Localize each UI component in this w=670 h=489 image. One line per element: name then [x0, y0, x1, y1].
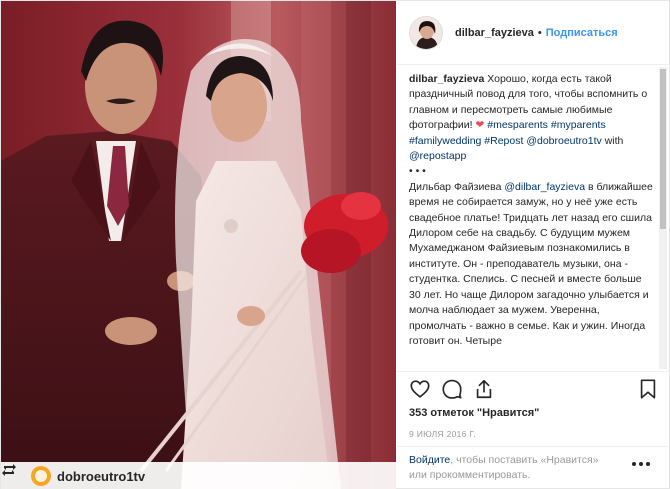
- scrollbar-thumb[interactable]: [660, 69, 666, 229]
- caption-dots: • • •: [409, 165, 426, 178]
- hashtag-familywedding[interactable]: #familywedding: [409, 135, 481, 147]
- wedding-photo-image: [1, 1, 396, 489]
- hashtag-mesparents[interactable]: #mesparents: [487, 119, 548, 131]
- post-caption: dilbar_fayzieva Хорошо, когда есть такой…: [409, 72, 653, 372]
- header-separator: •: [537, 26, 542, 39]
- caption-scrollbar[interactable]: [659, 67, 667, 369]
- caption-body-start: Дильбар Файзиева: [409, 180, 505, 193]
- heart-outline-icon[interactable]: [409, 378, 431, 400]
- repost-icon: [2, 464, 25, 485]
- repost-credit-bar[interactable]: dobroeutro1tv: [1, 462, 396, 489]
- hashtag-repost[interactable]: #Repost: [484, 135, 523, 147]
- post-photo[interactable]: dobroeutro1tv: [1, 1, 396, 489]
- caption-with-text: with: [601, 134, 624, 147]
- repost-account-avatar[interactable]: [31, 466, 51, 486]
- actions-divider: [397, 371, 670, 372]
- profile-avatar[interactable]: [409, 15, 443, 50]
- red-heart-emoji: ❤: [475, 119, 485, 132]
- action-bar: [409, 378, 659, 402]
- likes-count[interactable]: 353 отметок "Нравится": [409, 407, 539, 419]
- repost-username[interactable]: dobroeutro1tv: [57, 469, 145, 484]
- mention-repostapp[interactable]: @repostapp: [409, 150, 466, 162]
- bookmark-icon[interactable]: [637, 378, 659, 400]
- header-username[interactable]: dilbar_fayzieva: [455, 27, 534, 39]
- mention-dilbar-fayzieva[interactable]: @dilbar_fayzieva: [504, 181, 585, 193]
- post-date[interactable]: 9 ИЮЛЯ 2016 Г.: [409, 429, 476, 439]
- instagram-post: dobroeutro1tv dilbar_fayzieva • Подписат…: [0, 0, 670, 489]
- login-prompt: Войдите, чтобы поставить «Нравится» или …: [409, 453, 614, 483]
- share-icon[interactable]: [473, 378, 495, 400]
- follow-button[interactable]: Подписаться: [546, 27, 618, 39]
- login-link[interactable]: Войдите: [409, 454, 450, 466]
- hashtag-myparents[interactable]: #myparents: [551, 119, 606, 131]
- more-options-icon[interactable]: [631, 459, 651, 469]
- mention-dobroeutro1tv[interactable]: @dobroeutro1tv: [526, 135, 601, 147]
- caption-body-text: в ближайшее время не собирается замуж, н…: [409, 180, 653, 347]
- post-sidebar: dilbar_fayzieva • Подписаться dilbar_fay…: [397, 1, 670, 489]
- post-header: dilbar_fayzieva • Подписаться: [397, 1, 670, 65]
- comment-bubble-icon[interactable]: [441, 378, 463, 400]
- caption-username[interactable]: dilbar_fayzieva: [409, 73, 484, 85]
- login-divider: [397, 446, 670, 447]
